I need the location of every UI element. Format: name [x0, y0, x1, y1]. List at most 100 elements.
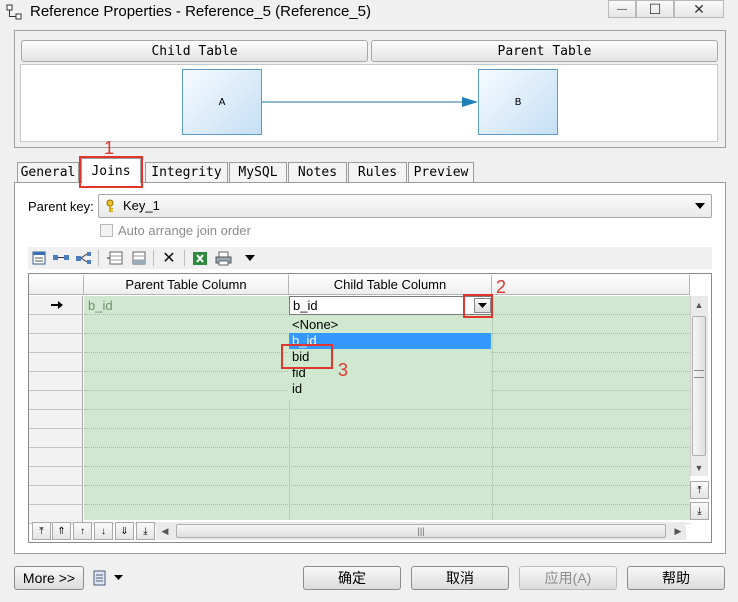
current-row-arrow-icon: [51, 301, 63, 309]
move-top-button[interactable]: ⤒: [32, 522, 51, 540]
move-up-fast-button[interactable]: ⇑: [52, 522, 71, 540]
annotation-box-bid-option: [281, 344, 333, 369]
help-button[interactable]: 帮助: [627, 566, 725, 590]
grid-row-line: [84, 466, 690, 467]
tab-preview[interactable]: Preview: [408, 162, 474, 182]
row-header[interactable]: [29, 429, 83, 448]
move-bottom-icon: ⤓: [143, 525, 148, 537]
ok-button[interactable]: 确定: [303, 566, 401, 590]
window-title: Reference Properties - Reference_5 (Refe…: [30, 3, 372, 20]
row-header[interactable]: [29, 315, 83, 334]
scroll-down-arrow-icon[interactable]: ▼: [691, 460, 707, 476]
down-arrow-icon: ↓: [101, 525, 106, 537]
move-down-button[interactable]: ↓: [94, 522, 113, 540]
row-header[interactable]: [29, 448, 83, 467]
close-icon: ✕: [693, 0, 705, 17]
column-header-child[interactable]: Child Table Column: [289, 275, 492, 295]
auto-arrange-label: Auto arrange join order: [118, 223, 251, 238]
add-join-icon[interactable]: [52, 249, 70, 267]
auto-arrange-checkbox[interactable]: [100, 224, 113, 237]
row-header[interactable]: [29, 372, 83, 391]
toolbar-dropdown-arrow-icon[interactable]: [241, 249, 259, 267]
reference-arrow[interactable]: [262, 94, 480, 110]
column-header-empty: [492, 275, 690, 295]
cancel-button[interactable]: 取消: [411, 566, 509, 590]
minimize-button[interactable]: —: [608, 0, 636, 18]
child-table-button[interactable]: Child Table: [21, 40, 368, 62]
row-header[interactable]: [29, 353, 83, 372]
tab-mysql[interactable]: MySQL: [229, 162, 287, 182]
chevron-down-icon: [695, 203, 705, 209]
move-bottom-button[interactable]: ⤓: [136, 522, 155, 540]
toolbar-separator: [184, 250, 185, 266]
scroll-bottom-button[interactable]: ⤓: [690, 502, 709, 520]
maximize-icon: ☐: [648, 0, 662, 17]
parent-key-value: Key_1: [123, 198, 160, 213]
annotation-number-1: 1: [104, 138, 115, 158]
insert-row-icon[interactable]: [106, 249, 124, 267]
grid-column-line: [492, 296, 493, 520]
tab-general[interactable]: General: [17, 162, 79, 182]
move-up-button[interactable]: ↑: [73, 522, 92, 540]
row-header[interactable]: [29, 334, 83, 353]
close-button[interactable]: ✕: [674, 0, 724, 18]
move-down-fast-button[interactable]: ⇓: [115, 522, 134, 540]
parent-key-select[interactable]: Key_1: [98, 194, 712, 218]
dropdown-option-id[interactable]: id: [292, 381, 302, 397]
double-up-arrow-icon: ⇑: [57, 525, 66, 537]
row-header[interactable]: [29, 391, 83, 410]
grid-row-line: [84, 447, 690, 448]
delete-icon[interactable]: ✕: [160, 249, 178, 267]
annotation-number-3: 3: [338, 360, 349, 380]
tab-notes[interactable]: Notes: [288, 162, 347, 182]
row-header[interactable]: [29, 467, 83, 486]
print-icon[interactable]: [214, 249, 232, 267]
grid-row-line: [84, 428, 690, 429]
row-header[interactable]: [29, 486, 83, 505]
entity-a[interactable]: A: [182, 69, 262, 135]
toolbar-separator: [153, 250, 154, 266]
parent-column-cell[interactable]: b_id: [88, 297, 113, 314]
entity-a-label: A: [218, 96, 226, 108]
grid-row-line: [84, 504, 690, 505]
scroll-right-arrow-icon[interactable]: ▶: [670, 523, 686, 539]
scroll-grip-icon: [694, 370, 704, 378]
double-down-arrow-icon: ⇓: [120, 525, 129, 537]
toolbar-separator: [98, 250, 99, 266]
column-header-parent[interactable]: Parent Table Column: [84, 275, 289, 295]
grid-row-line: [84, 409, 690, 410]
chevron-down-icon[interactable]: [114, 575, 123, 581]
grid-row-line: [84, 485, 690, 486]
maximize-button[interactable]: ☐: [636, 0, 674, 18]
grid-corner-header: [29, 275, 84, 295]
key-icon: [106, 199, 114, 212]
minimize-icon: —: [617, 3, 627, 15]
tab-rules[interactable]: Rules: [348, 162, 407, 182]
excel-export-icon[interactable]: [191, 249, 209, 267]
reuse-columns-icon[interactable]: [75, 249, 93, 267]
vertical-scroll-thumb[interactable]: [692, 316, 706, 456]
child-column-value: b_id: [293, 298, 318, 313]
annotation-box-joins-tab: [79, 156, 143, 188]
annotation-number-2: 2: [496, 277, 507, 297]
scroll-up-arrow-icon[interactable]: ▲: [691, 297, 707, 313]
scroll-top-button[interactable]: ⤒: [690, 481, 709, 499]
entity-b[interactable]: B: [478, 69, 558, 135]
properties-icon[interactable]: [30, 249, 48, 267]
add-row-icon[interactable]: [129, 249, 147, 267]
apply-button[interactable]: 应用(A): [519, 566, 617, 590]
parent-key-label: Parent key:: [28, 199, 94, 214]
parent-table-button[interactable]: Parent Table: [371, 40, 718, 62]
horizontal-scroll-thumb[interactable]: |||: [176, 524, 666, 538]
move-top-icon: ⤒: [39, 525, 44, 537]
reference-app-icon: [6, 4, 22, 20]
up-arrow-icon: ↑: [80, 525, 85, 537]
annotation-box-dropdown-button: [463, 294, 493, 318]
list-options-icon[interactable]: [92, 570, 108, 586]
entity-b-label: B: [514, 96, 522, 108]
more-button[interactable]: More >>: [14, 566, 84, 590]
scroll-left-arrow-icon[interactable]: ◀: [157, 523, 173, 539]
tab-integrity[interactable]: Integrity: [145, 162, 228, 182]
row-header[interactable]: [29, 410, 83, 429]
dropdown-option-none[interactable]: <None>: [292, 317, 338, 333]
